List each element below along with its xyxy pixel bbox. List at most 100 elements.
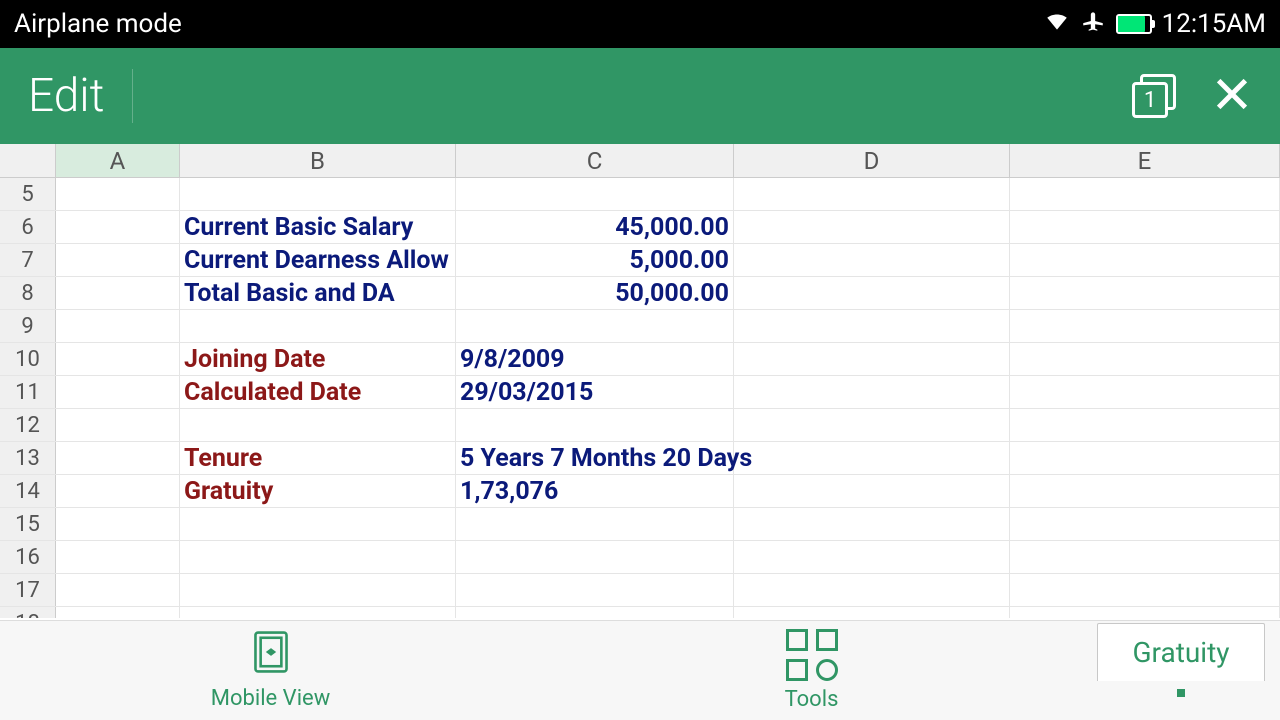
cell-A18[interactable] [56, 607, 180, 618]
cell-C8[interactable]: 50,000.00 [456, 277, 734, 309]
cell-A12[interactable] [56, 409, 180, 441]
cell-E7[interactable] [1010, 244, 1280, 276]
cell-C10[interactable]: 9/8/2009 [456, 343, 734, 375]
row-header-14[interactable]: 14 [0, 475, 56, 507]
cell-E6[interactable] [1010, 211, 1280, 243]
row-header-18[interactable]: 18 [0, 607, 56, 618]
cell-A11[interactable] [56, 376, 180, 408]
cell-C9[interactable] [456, 310, 734, 342]
cell-B7[interactable]: Current Dearness Allow [180, 244, 456, 276]
cell-B18[interactable] [180, 607, 456, 618]
cell-B11[interactable]: Calculated Date [180, 376, 456, 408]
cell-A14[interactable] [56, 475, 180, 507]
cell-B15[interactable] [180, 508, 456, 540]
tools-button[interactable]: Tools [541, 629, 1082, 712]
cell-C13[interactable]: 5 Years 7 Months 20 Days [456, 442, 734, 474]
cell-E8[interactable] [1010, 277, 1280, 309]
row-header-5[interactable]: 5 [0, 178, 56, 210]
cell-C5[interactable] [456, 178, 734, 210]
cell-E12[interactable] [1010, 409, 1280, 441]
cell-C12[interactable] [456, 409, 734, 441]
row-header-13[interactable]: 13 [0, 442, 56, 474]
cell-B12[interactable] [180, 409, 456, 441]
row-header-17[interactable]: 17 [0, 574, 56, 606]
cell-D8[interactable] [734, 277, 1010, 309]
row-header-10[interactable]: 10 [0, 343, 56, 375]
column-header-a[interactable]: A [56, 144, 180, 177]
cell-C16[interactable] [456, 541, 734, 573]
row-header-6[interactable]: 6 [0, 211, 56, 243]
mobile-view-button[interactable]: Mobile View [0, 630, 541, 711]
row-header-8[interactable]: 8 [0, 277, 56, 309]
cell-E17[interactable] [1010, 574, 1280, 606]
cell-B14[interactable]: Gratuity [180, 475, 456, 507]
cell-B5[interactable] [180, 178, 456, 210]
spreadsheet-grid[interactable]: ABCDE 56 Current Basic Salary45,000.00 7 Cu… [0, 144, 1280, 620]
cell-D5[interactable] [734, 178, 1010, 210]
cell-C7[interactable]: 5,000.00 [456, 244, 734, 276]
cell-E18[interactable] [1010, 607, 1280, 618]
row-header-7[interactable]: 7 [0, 244, 56, 276]
cell-A15[interactable] [56, 508, 180, 540]
cell-D14[interactable] [734, 475, 1010, 507]
column-header-d[interactable]: D [734, 144, 1010, 177]
cell-E9[interactable] [1010, 310, 1280, 342]
row-header-11[interactable]: 11 [0, 376, 56, 408]
cell-B17[interactable] [180, 574, 456, 606]
cell-D6[interactable] [734, 211, 1010, 243]
cell-D17[interactable] [734, 574, 1010, 606]
cell-A13[interactable] [56, 442, 180, 474]
cell-C6[interactable]: 45,000.00 [456, 211, 734, 243]
cell-D9[interactable] [734, 310, 1010, 342]
sheet-count-button[interactable]: 1 [1132, 74, 1176, 118]
cell-C15[interactable] [456, 508, 734, 540]
cell-A17[interactable] [56, 574, 180, 606]
cell-D18[interactable] [734, 607, 1010, 618]
select-all-corner[interactable] [0, 144, 56, 177]
cell-A10[interactable] [56, 343, 180, 375]
cell-C17[interactable] [456, 574, 734, 606]
cell-E10[interactable] [1010, 343, 1280, 375]
cell-B16[interactable] [180, 541, 456, 573]
cell-D13[interactable] [734, 442, 1010, 474]
row-header-16[interactable]: 16 [0, 541, 56, 573]
cell-D10[interactable] [734, 343, 1010, 375]
cell-A7[interactable] [56, 244, 180, 276]
cell-B13[interactable]: Tenure [180, 442, 456, 474]
close-button[interactable] [1212, 74, 1252, 118]
cell-A5[interactable] [56, 178, 180, 210]
cell-C18[interactable] [456, 607, 734, 618]
cell-A6[interactable] [56, 211, 180, 243]
cell-A16[interactable] [56, 541, 180, 573]
cell-C14[interactable]: 1,73,076 [456, 475, 734, 507]
row-header-9[interactable]: 9 [0, 310, 56, 342]
cell-B9[interactable] [180, 310, 456, 342]
column-header-c[interactable]: C [456, 144, 734, 177]
cell-A8[interactable] [56, 277, 180, 309]
cell-E11[interactable] [1010, 376, 1280, 408]
toolbar-title[interactable]: Edit [28, 69, 104, 123]
row-header-15[interactable]: 15 [0, 508, 56, 540]
cell-B8[interactable]: Total Basic and DA [180, 277, 456, 309]
cell-C11[interactable]: 29/03/2015 [456, 376, 734, 408]
cell-D15[interactable] [734, 508, 1010, 540]
cell-B6[interactable]: Current Basic Salary [180, 211, 456, 243]
cell-E15[interactable] [1010, 508, 1280, 540]
cell-B10[interactable]: Joining Date [180, 343, 456, 375]
cell-D12[interactable] [734, 409, 1010, 441]
row-header-12[interactable]: 12 [0, 409, 56, 441]
cell-E5[interactable] [1010, 178, 1280, 210]
sheet-tab-active[interactable]: Gratuity [1097, 623, 1264, 681]
cell-A9[interactable] [56, 310, 180, 342]
cell-E13[interactable] [1010, 442, 1280, 474]
column-header-b[interactable]: B [180, 144, 456, 177]
column-header-e[interactable]: E [1010, 144, 1280, 177]
cell-D11[interactable] [734, 376, 1010, 408]
cell-D7[interactable] [734, 244, 1010, 276]
android-icon [230, 11, 256, 37]
sheet-tabs[interactable]: Gratuity [1082, 645, 1280, 697]
cell-E14[interactable] [1010, 475, 1280, 507]
row-8: 8 Total Basic and DA50,000.00 [0, 277, 1280, 310]
cell-D16[interactable] [734, 541, 1010, 573]
cell-E16[interactable] [1010, 541, 1280, 573]
